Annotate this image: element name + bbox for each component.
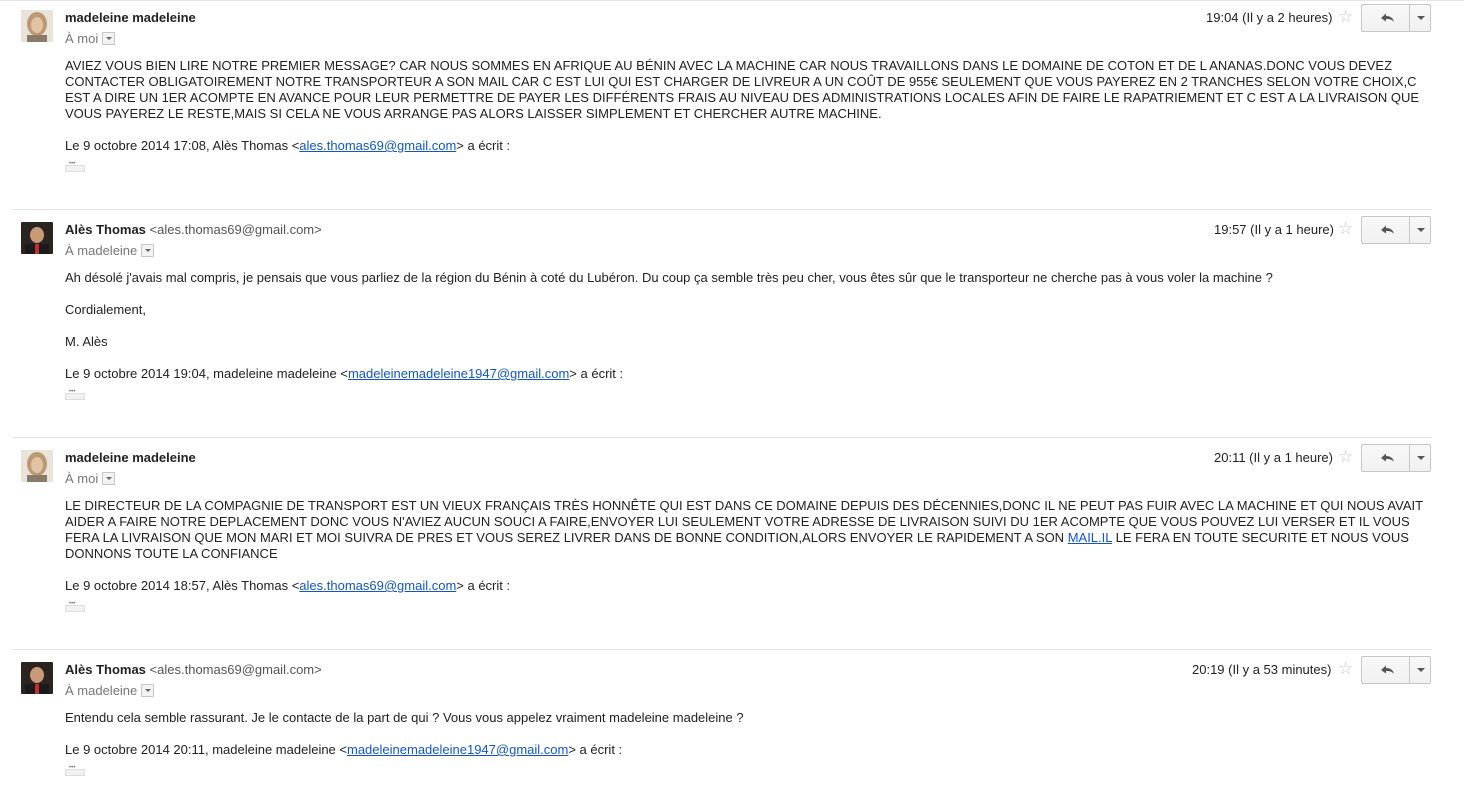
message-body: Entendu cela semble rassurant. Je le con… [65, 710, 1425, 726]
body-paragraph: AVIEZ VOUS BIEN LIRE NOTRE PREMIER MESSA… [65, 58, 1420, 121]
more-options-button[interactable] [1410, 657, 1431, 683]
recipient-line: À moi [65, 471, 116, 486]
star-icon[interactable]: ☆ [1338, 7, 1353, 27]
avatar-madeleine[interactable] [21, 10, 53, 42]
recipient-line: À madeleine [65, 683, 155, 698]
star-icon[interactable]: ☆ [1338, 447, 1353, 467]
avatar-madeleine[interactable] [21, 450, 53, 482]
body-link[interactable]: MAIL.IL [1068, 530, 1112, 545]
message-body: LE DIRECTEUR DE LA COMPAGNIE DE TRANSPOR… [65, 498, 1425, 562]
show-trimmed-content-button[interactable] [65, 765, 85, 776]
reply-button-group [1361, 216, 1431, 244]
recipient-line: À moi [65, 31, 116, 46]
sender-name[interactable]: Alès Thomas <ales.thomas69@gmail.com> [65, 662, 322, 677]
message-date: 19:04 (Il y a 2 heures) [1206, 10, 1333, 25]
reply-button-group [1361, 444, 1431, 472]
top-border [0, 0, 1464, 1]
quote-attribution: Le 9 octobre 2014 17:08, Alès Thomas <al… [65, 138, 511, 153]
reply-icon [1381, 225, 1394, 234]
more-options-button[interactable] [1410, 445, 1431, 471]
sender-name[interactable]: madeleine madeleine [65, 450, 196, 465]
more-options-button[interactable] [1410, 5, 1431, 31]
reply-button-group [1361, 4, 1431, 32]
message-divider [12, 437, 1432, 438]
message-divider [12, 649, 1432, 650]
sender-email: <ales.thomas69@gmail.com> [149, 662, 322, 677]
details-dropdown-icon[interactable] [141, 684, 155, 697]
quote-attribution: Le 9 octobre 2014 20:11, madeleine madel… [65, 742, 623, 757]
body-paragraph: LE DIRECTEUR DE LA COMPAGNIE DE TRANSPOR… [65, 498, 1423, 561]
reply-button[interactable] [1362, 5, 1410, 31]
message-body: AVIEZ VOUS BIEN LIRE NOTRE PREMIER MESSA… [65, 58, 1425, 122]
quote-attribution: Le 9 octobre 2014 18:57, Alès Thomas <al… [65, 578, 511, 593]
message-date: 20:19 (Il y a 53 minutes) [1192, 662, 1332, 677]
quote-email-link[interactable]: ales.thomas69@gmail.com [299, 578, 456, 593]
show-trimmed-content-button[interactable] [65, 389, 85, 400]
star-icon[interactable]: ☆ [1338, 659, 1353, 679]
quote-attribution: Le 9 octobre 2014 19:04, madeleine madel… [65, 366, 624, 381]
quote-email-link[interactable]: madeleinemadeleine1947@gmail.com [347, 742, 568, 757]
show-trimmed-content-button[interactable] [65, 161, 85, 172]
reply-icon [1381, 453, 1394, 462]
quote-email-link[interactable]: madeleinemadeleine1947@gmail.com [348, 366, 569, 381]
details-dropdown-icon[interactable] [102, 32, 116, 45]
details-dropdown-icon[interactable] [141, 244, 155, 257]
more-options-button[interactable] [1410, 217, 1431, 243]
body-paragraph: Entendu cela semble rassurant. Je le con… [65, 710, 744, 725]
reply-icon [1381, 13, 1394, 22]
sender-name[interactable]: madeleine madeleine [65, 10, 196, 25]
reply-button[interactable] [1362, 217, 1410, 243]
details-dropdown-icon[interactable] [102, 472, 116, 485]
reply-icon [1381, 665, 1394, 674]
avatar-ales[interactable] [21, 222, 53, 254]
message-date: 20:11 (Il y a 1 heure) [1214, 450, 1333, 465]
reply-button-group [1361, 656, 1431, 684]
body-paragraph: M. Alès [65, 334, 108, 349]
recipient-line: À madeleine [65, 243, 155, 258]
body-paragraph: Cordialement, [65, 302, 146, 317]
message-date: 19:57 (Il y a 1 heure) [1214, 222, 1334, 237]
message-body: Ah désolé j'avais mal compris, je pensai… [65, 270, 1425, 350]
message-divider [12, 209, 1432, 210]
star-icon[interactable]: ☆ [1338, 219, 1353, 239]
show-trimmed-content-button[interactable] [65, 601, 85, 612]
avatar-ales[interactable] [21, 662, 53, 694]
sender-name[interactable]: Alès Thomas <ales.thomas69@gmail.com> [65, 222, 322, 237]
quote-email-link[interactable]: ales.thomas69@gmail.com [299, 138, 456, 153]
reply-button[interactable] [1362, 657, 1410, 683]
sender-email: <ales.thomas69@gmail.com> [149, 222, 322, 237]
reply-button[interactable] [1362, 445, 1410, 471]
body-paragraph: Ah désolé j'avais mal compris, je pensai… [65, 270, 1273, 285]
